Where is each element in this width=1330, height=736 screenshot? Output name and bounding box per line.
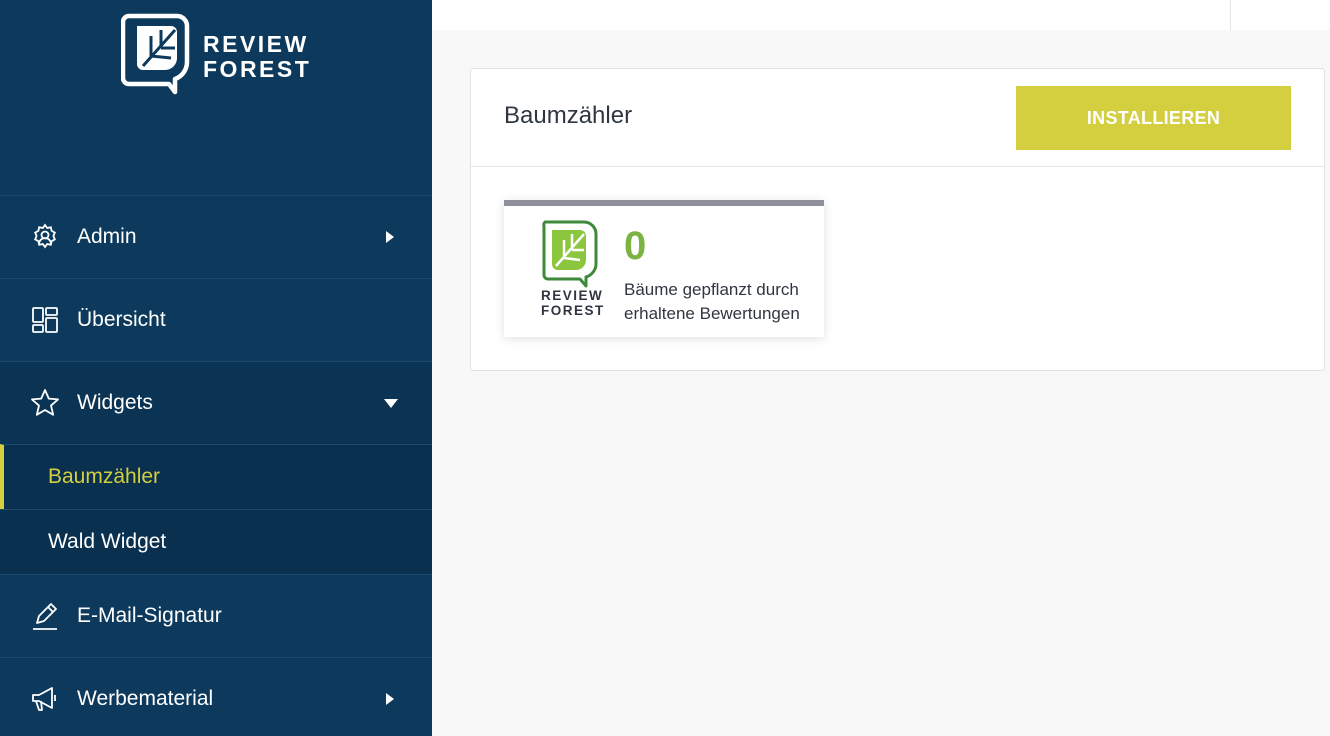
sidebar-item-uebersicht[interactable]: Übersicht [0, 278, 432, 361]
sidebar: REVIEW FOREST Admin Übersicht Widgets Ba… [0, 0, 432, 736]
sidebar-item-label: E-Mail-Signatur [77, 604, 222, 627]
brand-name: REVIEW FOREST [203, 32, 311, 82]
leaf-logo-icon [542, 220, 598, 288]
widget-brand-line1: REVIEW [541, 288, 604, 303]
star-icon [30, 388, 60, 418]
leaf-logo-icon [121, 13, 190, 95]
sidebar-item-admin[interactable]: Admin [0, 195, 432, 278]
topbar-divider [1230, 0, 1231, 30]
gear-user-icon [30, 222, 60, 252]
sidebar-item-werbematerial[interactable]: Werbematerial [0, 657, 432, 736]
description-line1: Bäume gepflanzt durch [624, 280, 799, 299]
tree-count: 0 [624, 224, 647, 268]
widget-brand-line2: FOREST [541, 303, 605, 318]
dashboard-icon [30, 305, 60, 335]
sidebar-item-label: Admin [77, 225, 137, 248]
sidebar-item-widgets[interactable]: Widgets [0, 361, 432, 444]
sidebar-subitem-baumzaehler[interactable]: Baumzähler [0, 444, 432, 509]
sidebar-item-email-signatur[interactable]: E-Mail-Signatur [0, 574, 432, 657]
caret-right-icon [386, 693, 394, 705]
megaphone-icon [30, 684, 60, 714]
tree-count-description: Bäume gepflanzt durch erhaltene Bewertun… [624, 278, 824, 326]
brand-line1: REVIEW [203, 31, 309, 57]
tree-counter-widget[interactable]: REVIEW FOREST 0 Bäume gepflanzt durch er… [504, 200, 824, 337]
page-title: Baumzähler [504, 102, 633, 129]
widget-brand-name: REVIEW FOREST [541, 288, 605, 318]
card-header: Baumzähler INSTALLIEREN [471, 69, 1324, 167]
sidebar-item-label: Werbematerial [77, 687, 214, 710]
pen-icon [30, 601, 60, 631]
brand-logo[interactable]: REVIEW FOREST [121, 10, 311, 96]
sidebar-item-label: Widgets [77, 391, 153, 414]
baumzaehler-card: Baumzähler INSTALLIEREN REVIEW FOREST 0 … [470, 68, 1325, 371]
caret-down-icon [384, 398, 398, 408]
sidebar-subitem-label: Baumzähler [48, 465, 161, 488]
sidebar-subitem-wald-widget[interactable]: Wald Widget [0, 509, 432, 574]
install-button[interactable]: INSTALLIEREN [1016, 86, 1291, 150]
sidebar-item-label: Übersicht [77, 308, 166, 331]
sidebar-subitem-label: Wald Widget [48, 530, 167, 553]
caret-right-icon [386, 231, 394, 243]
description-line2: erhaltene Bewertungen [624, 304, 800, 323]
top-bar [432, 0, 1330, 30]
brand-line2: FOREST [203, 56, 312, 82]
